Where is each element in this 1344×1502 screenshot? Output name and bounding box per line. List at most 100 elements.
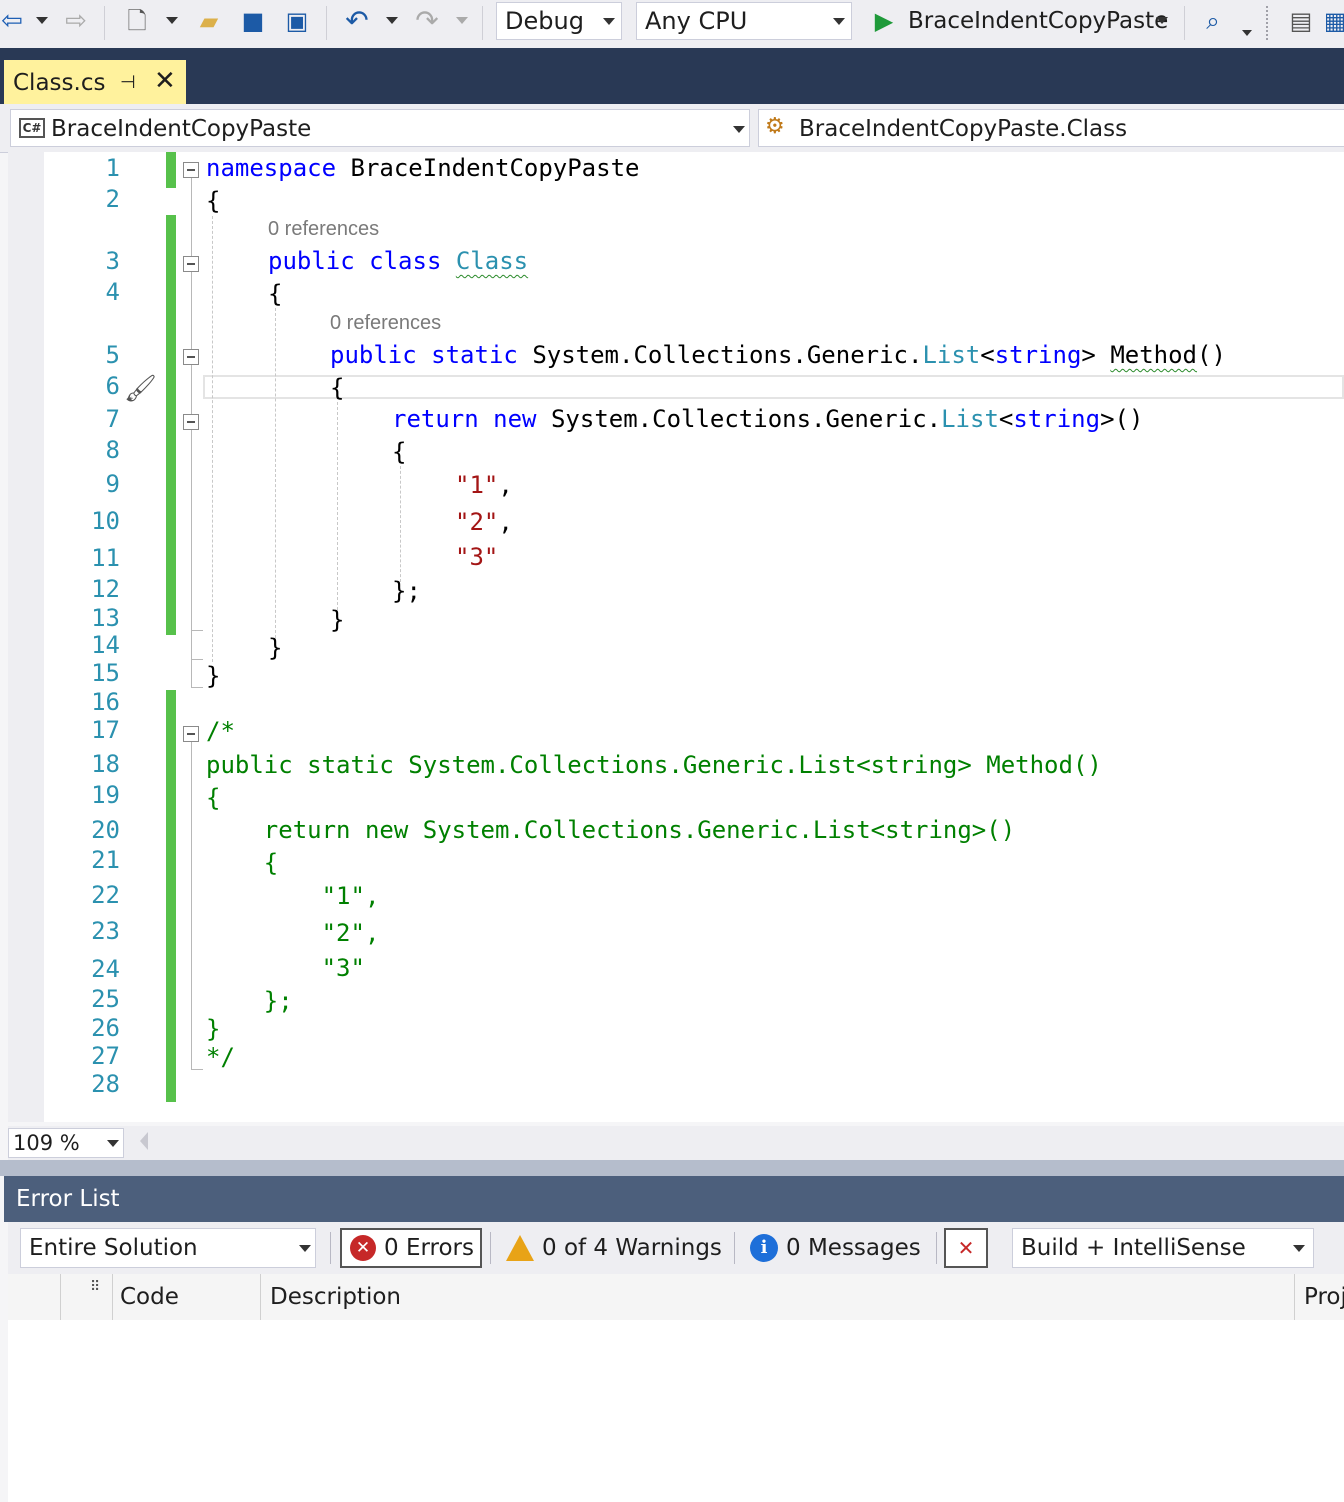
back-icon[interactable]: ⇦ (0, 6, 24, 36)
collapse-initializer-button[interactable] (183, 414, 199, 430)
keyword: new (493, 405, 537, 433)
code-line-7: return new System.Collections.Generic.Li… (392, 405, 1144, 433)
namespace-prefix: System.Collections.Generic. (550, 405, 942, 433)
error-list-toolbar: Entire Solution ✕ 0 Errors 0 of 4 Warnin… (8, 1222, 1344, 1274)
start-target-dropdown-chevron-icon[interactable] (1156, 17, 1168, 24)
line-number: 9 (105, 470, 120, 498)
undo-icon[interactable]: ↶ (340, 6, 374, 36)
collapse-method-button[interactable] (183, 349, 199, 365)
comma: , (498, 508, 513, 536)
line-number: 18 (91, 750, 120, 778)
type-value: BraceIndentCopyPaste.Class (799, 116, 1128, 142)
warning-icon (506, 1235, 534, 1261)
new-project-icon[interactable]: 🗋 (120, 6, 154, 36)
class-icon: ⚙ (765, 114, 785, 139)
toolbar-overflow-chevron-icon[interactable] (1242, 30, 1252, 36)
change-bar (166, 152, 176, 188)
keyword: string (1013, 405, 1101, 433)
keyword: class (369, 247, 442, 275)
errors-filter-button[interactable]: ✕ 0 Errors (340, 1228, 482, 1268)
line-number: 21 (91, 846, 120, 874)
save-all-icon[interactable]: ▣ (280, 6, 314, 36)
open-folder-icon[interactable]: ▰ (192, 6, 226, 36)
start-icon[interactable]: ▶ (872, 6, 896, 36)
undo-dropdown-chevron-icon[interactable] (386, 17, 398, 24)
line-number: 19 (91, 781, 120, 809)
start-target-label[interactable]: BraceIndentCopyPaste (908, 8, 1168, 34)
code-line-8: { (392, 438, 407, 466)
chevron-down-icon (299, 1245, 311, 1252)
error-list-titlebar: Error List (4, 1176, 1344, 1222)
line-number: 27 (91, 1042, 120, 1070)
toolbar-cutoff-icon[interactable]: ▦ (1326, 6, 1344, 36)
back-dropdown-chevron-icon[interactable] (36, 17, 48, 24)
line-number: 5 (105, 341, 120, 369)
code-line-12: }; (392, 577, 421, 605)
platform-select[interactable]: Any CPU (636, 2, 852, 40)
close-icon[interactable]: ✕ (154, 66, 176, 96)
line-number: 3 (105, 247, 120, 275)
line-number: 25 (91, 985, 120, 1013)
tab-class-cs[interactable]: Class.cs ⊣ ✕ (4, 60, 186, 104)
code-line-1: namespace BraceIndentCopyPaste (206, 153, 639, 183)
panel-splitter[interactable] (0, 1160, 1344, 1176)
toolbar-grip[interactable] (1266, 6, 1276, 40)
source-filter-select[interactable]: Build + IntelliSense (1012, 1228, 1314, 1268)
pin-icon[interactable]: ⊣ (120, 72, 136, 93)
scope-select[interactable]: Entire Solution (20, 1228, 316, 1268)
collapse-comment-button[interactable] (183, 726, 199, 742)
line-number: 7 (105, 405, 120, 433)
error-list-title: Error List (16, 1186, 120, 1212)
project-value: BraceIndentCopyPaste (51, 116, 312, 142)
comment-line-18: public static System.Collections.Generic… (206, 751, 1102, 779)
line-number: 23 (91, 917, 120, 945)
redo-icon[interactable]: ↷ (410, 6, 444, 36)
collapse-namespace-button[interactable] (183, 162, 199, 178)
codelens-references[interactable]: 0 references (330, 312, 441, 335)
new-project-dropdown-chevron-icon[interactable] (166, 17, 178, 24)
code-line-6: { (330, 374, 345, 402)
type-select[interactable]: ⚙ BraceIndentCopyPaste.Class (758, 109, 1344, 147)
column-description[interactable]: Description (270, 1274, 401, 1320)
clear-filter-icon[interactable]: ✕ (944, 1228, 988, 1268)
configuration-select[interactable]: Debug (496, 2, 622, 40)
scroll-left-icon[interactable] (140, 1132, 148, 1150)
tab-label: Class.cs (13, 70, 106, 96)
line-number: 6 (105, 372, 120, 400)
codelens-references[interactable]: 0 references (268, 218, 379, 241)
forward-icon[interactable]: ⇨ (62, 6, 90, 36)
error-icon: ✕ (350, 1235, 376, 1261)
keyword: static (431, 341, 518, 369)
code-line-11: "3" (455, 542, 498, 572)
properties-icon[interactable]: ▤ (1284, 6, 1318, 36)
comma: , (498, 471, 513, 499)
comment-line-26: } (206, 1015, 221, 1043)
comment-line-23: "2", (206, 919, 380, 947)
line-number: 4 (105, 278, 120, 306)
chevron-down-icon (603, 18, 615, 25)
column-chooser-icon[interactable]: ⠿ (90, 1264, 100, 1310)
indent-guide (275, 308, 276, 638)
redo-dropdown-chevron-icon[interactable] (456, 17, 468, 24)
line-number: 8 (105, 436, 120, 464)
method-name: Method (1110, 341, 1198, 369)
warnings-filter-button[interactable]: 0 of 4 Warnings (498, 1228, 724, 1268)
outline-line (191, 740, 192, 1070)
column-code[interactable]: Code (120, 1274, 179, 1320)
collapse-class-button[interactable] (183, 256, 199, 272)
messages-filter-button[interactable]: i 0 Messages (742, 1228, 938, 1268)
comment-line-21: { (206, 849, 279, 877)
type-name: Class (455, 247, 529, 275)
outline-end (191, 630, 203, 631)
document-well (0, 48, 1344, 104)
save-icon[interactable]: ■ (238, 6, 268, 36)
project-select[interactable]: C# BraceIndentCopyPaste (10, 109, 750, 147)
chevron-down-icon (733, 126, 745, 133)
column-project[interactable]: Proj (1304, 1274, 1344, 1320)
code-line-9: "1", (455, 470, 513, 500)
quick-actions-brush-icon[interactable]: 🖌 (124, 374, 157, 404)
zoom-select[interactable]: 109 % (8, 1128, 124, 1158)
string-literal: "1" (455, 471, 499, 499)
comment-line-24: "3" (206, 954, 365, 982)
solution-explorer-icon[interactable]: ⌕ (1196, 6, 1230, 36)
